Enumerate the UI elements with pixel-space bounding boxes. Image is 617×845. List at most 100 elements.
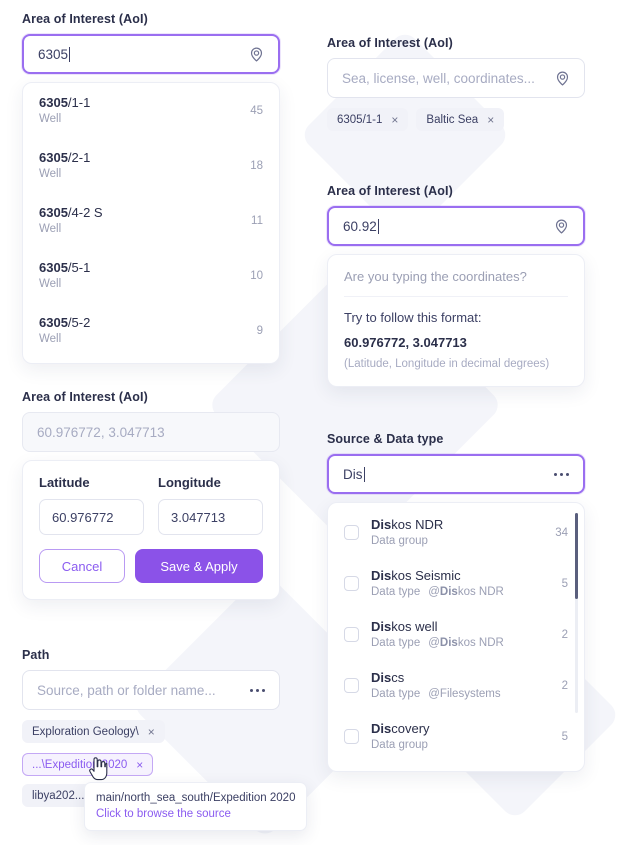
aoi-chips-list: 6305/1-1 × Baltic Sea × xyxy=(327,108,585,131)
hint-question: Are you typing the coordinates? xyxy=(344,269,568,297)
aoi-latlong-label: Area of Interest (AoI) xyxy=(22,390,148,404)
longitude-input[interactable]: 3.047713 xyxy=(158,499,263,535)
option-at-rest: Filesystems xyxy=(439,688,501,700)
source-data-type-input[interactable]: Dis xyxy=(327,454,585,494)
option-match: Dis xyxy=(371,517,392,532)
aoi-coords-input[interactable]: 60.92 xyxy=(327,206,585,246)
close-icon[interactable]: × xyxy=(136,759,143,771)
source-data-type-panel: Diskos NDR Data group 34 Diskos Seismic … xyxy=(327,502,585,772)
save-and-apply-button[interactable]: Save & Apply xyxy=(135,549,263,583)
scrollbar-thumb[interactable] xyxy=(575,513,578,599)
ellipsis-icon[interactable] xyxy=(551,464,571,484)
suggestion-text: 6305/5-2 Well xyxy=(39,314,247,347)
tooltip-action[interactable]: Click to browse the source xyxy=(96,806,295,822)
path-chip-tooltip: main/north_sea_south/Expedition 2020 Cli… xyxy=(84,782,308,831)
text-caret xyxy=(363,466,365,482)
suggestion-text: 6305/2-1 Well xyxy=(39,149,240,182)
close-icon[interactable]: × xyxy=(391,114,398,126)
option-at-match: Dis xyxy=(439,586,458,598)
option-kind: Data type xyxy=(371,586,421,598)
suggestion-match: 6305 xyxy=(39,315,68,330)
suggestion-rest: /5-2 xyxy=(67,315,91,330)
cancel-button[interactable]: Cancel xyxy=(39,549,125,583)
checkbox[interactable] xyxy=(344,678,359,693)
tooltip-path: main/north_sea_south/Expedition 2020 xyxy=(96,792,296,804)
map-pin-icon[interactable] xyxy=(551,216,571,236)
option-kind: Data group xyxy=(371,739,428,751)
suggestion-rest: /2-1 xyxy=(67,150,91,165)
option-text: Diskos Seismic Data type @Diskos NDR xyxy=(371,567,552,600)
path-chip-hovered[interactable]: ...\Expedition 2020 × xyxy=(22,753,154,776)
aoi-chip-label: Baltic Sea xyxy=(426,113,479,126)
option-rest: cs xyxy=(391,670,405,685)
aoi-latlong-readonly-value: 60.976772, 3.047713 xyxy=(37,424,165,440)
hint-note: (Latitude, Longitude in decimal degrees) xyxy=(344,358,550,370)
suggestion-text: 6305/5-1 Well xyxy=(39,259,240,292)
option-kind: Data group xyxy=(371,535,428,547)
option-rest: kos Seismic xyxy=(391,568,461,583)
option-match: Dis xyxy=(371,619,392,634)
aoi-chips-label: Area of Interest (AoI) xyxy=(327,36,453,50)
list-item[interactable]: 6305/2-1 Well 18 xyxy=(23,138,279,193)
checkbox[interactable] xyxy=(344,729,359,744)
dropdown-scrollbar[interactable] xyxy=(575,513,578,713)
suggestion-count: 45 xyxy=(250,104,263,117)
aoi-coords-label: Area of Interest (AoI) xyxy=(327,184,453,198)
text-caret xyxy=(69,46,71,62)
coordinates-hint-panel: Are you typing the coordinates? Try to f… xyxy=(327,254,585,387)
page-root: Area of Interest (AoI) 6305 6305/1-1 Wel… xyxy=(0,0,617,845)
path-chip[interactable]: Exploration Geology\ × xyxy=(22,720,165,743)
list-item[interactable]: Diskos well Data type @Diskos NDR 2 xyxy=(328,609,584,660)
map-pin-icon[interactable] xyxy=(246,44,266,64)
option-count: 2 xyxy=(561,628,568,641)
list-item[interactable]: Discovery Data group 5 xyxy=(328,711,584,771)
aoi-chip[interactable]: Baltic Sea × xyxy=(416,108,505,131)
suggestion-match: 6305 xyxy=(39,260,68,275)
list-item[interactable]: 6305/1-1 Well 45 xyxy=(23,83,279,138)
aoi-typing-label: Area of Interest (AoI) xyxy=(22,12,148,26)
list-item[interactable]: Diskos Seismic Data type @Diskos NDR 5 xyxy=(328,558,584,609)
aoi-chip-label: 6305/1-1 xyxy=(337,113,383,126)
suggestion-text: 6305/1-1 Well xyxy=(39,94,240,127)
latlong-button-row: Cancel Save & Apply xyxy=(39,549,263,583)
checkbox[interactable] xyxy=(344,525,359,540)
option-kind: Data type xyxy=(371,637,421,649)
option-at-rest: kos NDR xyxy=(457,637,504,649)
aoi-typing-input[interactable]: 6305 xyxy=(22,34,280,74)
longitude-label: Longitude xyxy=(158,475,221,490)
list-item[interactable]: 6305/4-2 S Well 11 xyxy=(23,193,279,248)
aoi-chip[interactable]: 6305/1-1 × xyxy=(327,108,409,131)
path-input[interactable]: Source, path or folder name... xyxy=(22,670,280,710)
suggestion-type: Well xyxy=(39,168,62,180)
longitude-field-group: Longitude 3.047713 xyxy=(158,475,263,535)
option-rest: covery xyxy=(391,721,430,736)
aoi-latlong-readonly-input[interactable]: 60.976772, 3.047713 xyxy=(22,412,280,452)
checkbox[interactable] xyxy=(344,627,359,642)
aoi-chips-input[interactable]: Sea, license, well, coordinates... xyxy=(327,58,585,98)
list-item[interactable]: Discs Data type @Filesystems 2 xyxy=(328,660,584,711)
latitude-input[interactable]: 60.976772 xyxy=(39,499,144,535)
suggestion-count: 11 xyxy=(251,214,263,227)
path-label: Path xyxy=(22,648,50,662)
suggestion-match: 6305 xyxy=(39,205,68,220)
ellipsis-icon[interactable] xyxy=(247,680,267,700)
close-icon[interactable]: × xyxy=(148,726,155,738)
list-item[interactable]: 6305/5-1 Well 10 xyxy=(23,248,279,303)
option-at-match: Dis xyxy=(439,637,458,649)
suggestion-type: Well xyxy=(39,333,62,345)
close-icon[interactable]: × xyxy=(487,114,494,126)
list-item[interactable]: Diskos NDR Data group 34 xyxy=(328,503,584,558)
checkbox[interactable] xyxy=(344,576,359,591)
hint-format-example: 60.976772, 3.047713 xyxy=(344,335,467,350)
option-at: @ xyxy=(428,688,440,700)
suggestion-count: 18 xyxy=(250,159,263,172)
aoi-suggestions-panel: 6305/1-1 Well 45 6305/2-1 Well 18 6305/4… xyxy=(22,82,280,364)
option-kind: Data type xyxy=(371,688,421,700)
suggestion-rest: /4-2 S xyxy=(67,205,103,220)
list-item[interactable]: 6305/5-2 Well 9 xyxy=(23,303,279,363)
suggestion-count: 9 xyxy=(256,324,263,337)
map-pin-icon[interactable] xyxy=(552,68,572,88)
aoi-chips-block: Area of Interest (AoI) Sea, license, wel… xyxy=(327,36,585,131)
aoi-chips-placeholder: Sea, license, well, coordinates... xyxy=(342,70,535,86)
option-text: Diskos well Data type @Diskos NDR xyxy=(371,618,552,651)
